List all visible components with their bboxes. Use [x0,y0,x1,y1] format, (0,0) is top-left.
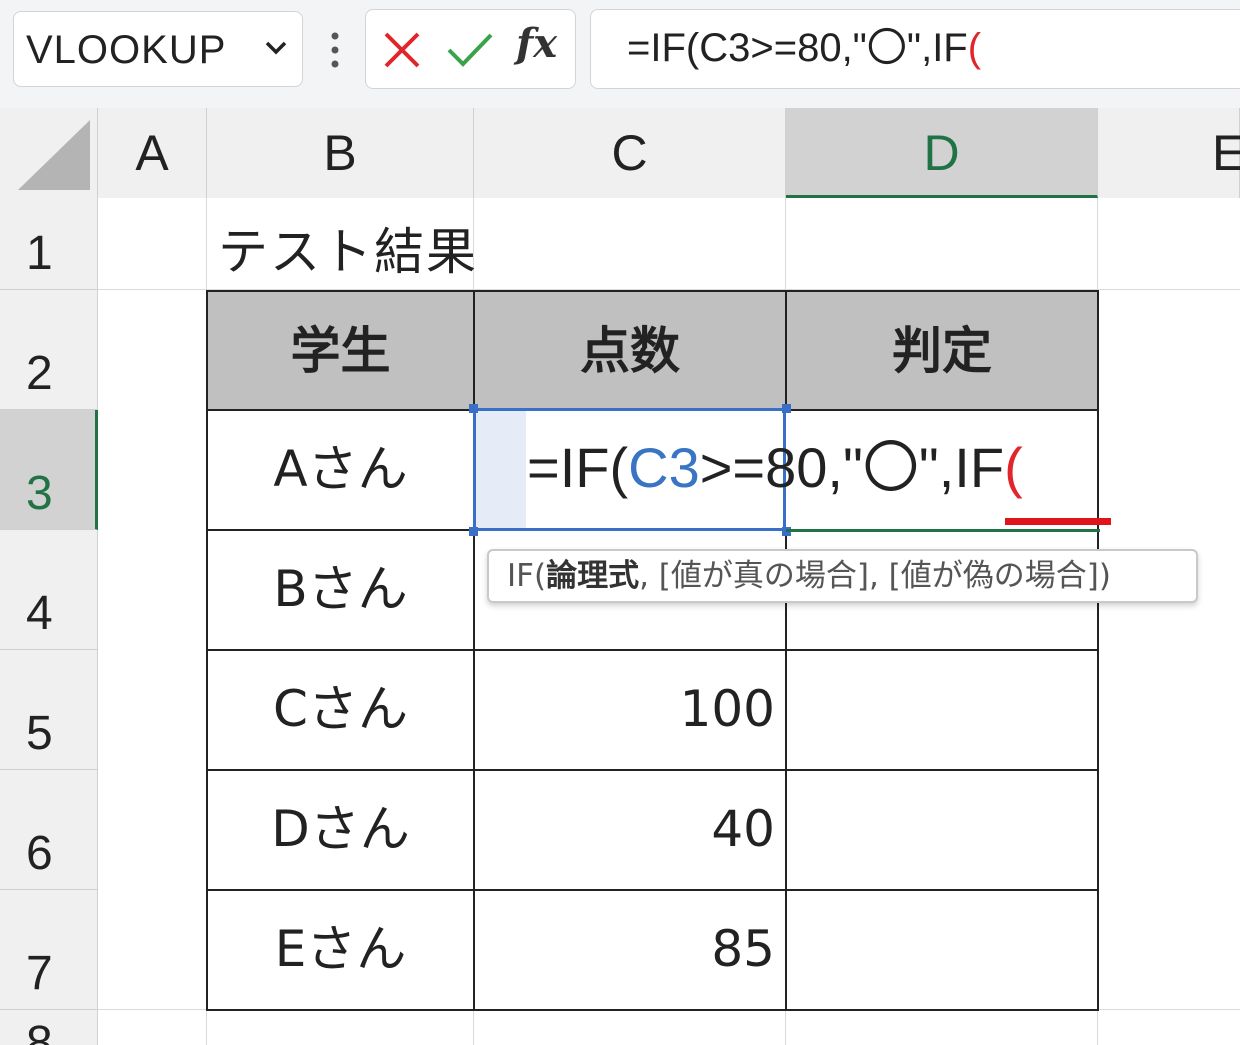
formula-input[interactable]: =IF(C3>=80,"〇",IF( [590,9,1240,89]
error-underline [1005,518,1111,525]
column-header-b[interactable]: B [207,108,474,198]
row-header-5[interactable]: 5 [0,650,98,770]
formula-open-paren: ( [967,26,982,70]
score-cell[interactable]: 100 [475,651,787,771]
score-cell[interactable]: 40 [475,771,787,891]
column-header-d[interactable]: D [786,108,1098,198]
tooltip-current-arg[interactable]: 論理式 [546,558,639,594]
row-header-6[interactable]: 6 [0,770,98,890]
sheet-title[interactable]: テスト結果 [218,212,478,284]
select-all-corner[interactable] [0,108,98,198]
selection-range-border [786,529,1100,532]
cancel-icon[interactable] [382,30,422,70]
row-header-1[interactable]: 1 [0,198,98,290]
column-header-a[interactable]: A [98,108,207,198]
in-cell-formula[interactable]: =IF(C3>=80,"〇",IF( [527,436,1023,500]
row-header-8[interactable]: 8 [0,1010,98,1045]
column-header-e[interactable]: E [1098,108,1240,198]
selection-handle[interactable] [469,404,478,413]
student-cell[interactable]: Cさん [206,651,475,771]
header-cell-student[interactable]: 学生 [206,290,475,411]
insert-function-icon[interactable]: fx [516,20,557,67]
function-tooltip[interactable]: IF(論理式, [値が真の場合], [値が偽の場合]) [487,549,1198,603]
header-cell-score[interactable]: 点数 [475,290,787,411]
cell-reference: C3 [628,436,700,499]
student-cell[interactable]: Dさん [206,771,475,891]
row-header-3[interactable]: 3 [0,410,98,530]
formula-text: =IF(C3>=80,"〇",IF [627,26,968,70]
enter-check-icon[interactable] [446,30,494,70]
student-cell[interactable]: Aさん [206,411,475,531]
row-header-2[interactable]: 2 [0,290,98,410]
select-all-triangle-icon [18,120,90,190]
header-cell-judgement[interactable]: 判定 [787,290,1099,411]
selection-handle[interactable] [782,404,791,413]
formula-buttons: fx [365,9,576,89]
column-header-c[interactable]: C [474,108,786,198]
judgement-cell[interactable] [787,651,1099,771]
row-header-4[interactable]: 4 [0,530,98,650]
row-header-7[interactable]: 7 [0,890,98,1010]
judgement-cell[interactable] [787,771,1099,891]
student-cell[interactable]: Eさん [206,891,475,1011]
selection-handle[interactable] [469,527,478,536]
cell-edit-shade [476,411,526,528]
name-box[interactable]: VLOOKUP [13,11,303,87]
judgement-cell[interactable] [787,891,1099,1011]
more-options-icon[interactable] [328,30,342,70]
name-box-value: VLOOKUP [26,28,227,72]
student-cell[interactable]: Bさん [206,531,475,651]
chevron-down-icon[interactable] [264,40,288,56]
unclosed-paren: ( [1004,436,1023,499]
formula-bar: VLOOKUP fx =IF(C3>=80,"〇",IF( [0,0,1240,108]
score-cell[interactable]: 85 [475,891,787,1011]
